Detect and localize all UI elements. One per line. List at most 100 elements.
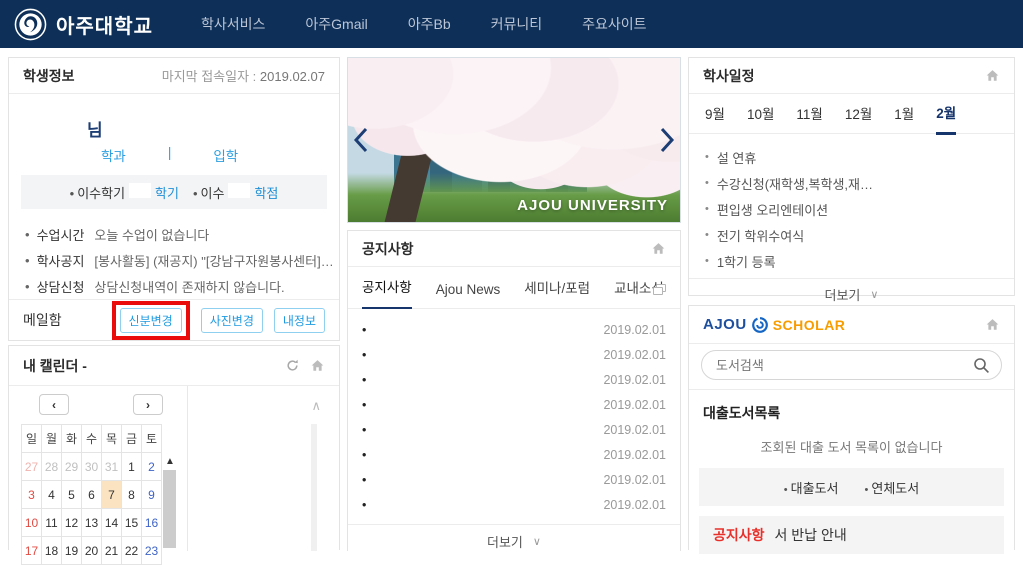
home-icon[interactable] [651,241,666,256]
book-search-input[interactable] [716,358,967,373]
calendar-day-cell[interactable]: 28 [42,453,62,481]
calendar-day-cell[interactable]: 18 [42,537,62,565]
mailbox-link[interactable]: 메일함 [23,310,62,330]
calendar-day-cell[interactable]: 17 [22,537,42,565]
calendar-day-cell[interactable]: 6 [82,481,102,509]
notice-list-item[interactable]: •2019.02.01 [362,492,666,517]
notice-list-item[interactable]: •2019.02.01 [362,417,666,442]
calendar-day-cell[interactable]: 21 [102,537,122,565]
calendar-day-cell[interactable]: 29 [62,453,82,481]
search-icon[interactable] [973,357,990,374]
month-tab[interactable]: 2월 [936,102,956,135]
notice-list-item[interactable]: •2019.02.01 [362,392,666,417]
calendar-day-cell[interactable]: 27 [22,453,42,481]
status-value[interactable]: 상담신청내역이 존재하지 않습니다. [94,277,284,296]
scholar-notice-text[interactable]: 서 반납 안내 [775,525,847,545]
calendar-day-cell[interactable]: 30 [82,453,102,481]
student-department-line: 학과 | 입학 [101,145,339,165]
calendar-week-row: 17181920212223 [22,537,162,565]
bullet-icon: • [362,473,366,487]
open-new-window-icon[interactable] [653,284,666,295]
notice-list-item[interactable]: •2019.02.01 [362,317,666,342]
notice-list-item[interactable]: •2019.02.01 [362,467,666,492]
notice-date: 2019.02.01 [603,373,666,387]
month-tab[interactable]: 9월 [705,103,725,133]
home-icon[interactable] [985,68,1000,83]
profile-buttons: 신분변경 사진변경 내정보 [112,301,325,340]
notice-list-item[interactable]: •2019.02.01 [362,367,666,392]
calendar-day-cell[interactable]: 23 [142,537,162,565]
calendar-day-cell[interactable]: 7 [102,481,122,509]
calendar-next-button[interactable]: › [133,394,163,415]
status-value[interactable]: [봉사활동] (재공지) "[강남구자원봉사센터]… [94,251,333,270]
bullet-icon: • [705,151,709,163]
schedule-list-item[interactable]: •1학기 등록 [705,248,998,274]
calendar-day-cell[interactable]: 10 [22,509,42,537]
calendar-day-cell[interactable]: 20 [82,537,102,565]
scrollbar-thumb[interactable] [163,470,176,548]
credit-unit-link[interactable]: 학점 [254,186,278,201]
scroll-up-arrow-icon[interactable]: ▲ [163,456,177,467]
home-icon[interactable] [310,358,325,373]
notice-list-item[interactable]: •2019.02.01 [362,342,666,367]
nav-item[interactable]: 커뮤니티 [491,14,543,34]
loan-link[interactable]: •대출도서 [784,478,839,497]
calendar-day-cell[interactable]: 14 [102,509,122,537]
notice-more-button[interactable]: 더보기 ∨ [348,524,680,558]
nav-item[interactable]: 학사서비스 [201,14,265,34]
calendar-day-cell[interactable]: 2 [142,453,162,481]
department-link[interactable]: 학과 [101,145,126,165]
calendar-day-cell[interactable]: 31 [102,453,122,481]
schedule-list-item[interactable]: •설 연휴 [705,144,998,170]
carousel-next-icon[interactable] [659,127,675,153]
top-navigation-bar: 아주대학교 학사서비스 아주Gmail 아주Bb 커뮤니티 주요사이트 [0,0,1023,48]
carousel-prev-icon[interactable] [353,127,369,153]
notice-tab[interactable]: 공지사항 [362,276,412,309]
refresh-icon[interactable] [285,358,300,373]
calendar-day-cell[interactable]: 12 [62,509,82,537]
calendar-day-cell[interactable]: 13 [82,509,102,537]
calendar-day-cell[interactable]: 1 [122,453,142,481]
student-status-row: •상담신청상담신청내역이 존재하지 않습니다. [25,273,339,299]
month-tab[interactable]: 10월 [747,103,774,133]
notice-panel-title: 공지사항 [362,239,414,259]
calendar-day-cell[interactable]: 5 [62,481,82,509]
calendar-day-cell[interactable]: 11 [42,509,62,537]
calendar-day-cell[interactable]: 15 [122,509,142,537]
ajou-scholar-logo[interactable]: AJOU SCHOLAR [703,316,845,334]
schedule-list-item[interactable]: •수강신청(재학생,복학생,재… [705,170,998,196]
calendar-day-cell[interactable]: 16 [142,509,162,537]
status-value[interactable]: 오늘 수업이 없습니다 [94,225,209,244]
credits-completed: •이수학점 [193,183,278,202]
admission-link[interactable]: 입학 [213,145,238,165]
month-tab[interactable]: 1월 [894,103,914,133]
calendar-day-cell[interactable]: 3 [22,481,42,509]
notice-list-item[interactable]: •2019.02.01 [362,442,666,467]
notice-tab[interactable]: Ajou News [436,282,501,308]
calendar-day-cell[interactable]: 8 [122,481,142,509]
schedule-list-item[interactable]: •전기 학위수여식 [705,222,998,248]
calendar-prev-button[interactable]: ‹ [39,394,69,415]
home-icon[interactable] [985,317,1000,332]
university-logo[interactable]: 아주대학교 [14,8,153,41]
month-tab[interactable]: 11월 [796,103,822,133]
nav-item[interactable]: 아주Gmail [305,14,367,34]
schedule-list-item[interactable]: •편입생 오리엔테이션 [705,196,998,222]
event-list-scrollbar-track[interactable] [311,424,317,551]
profile-button-identity-change[interactable]: 신분변경 [120,308,182,333]
calendar-day-cell[interactable]: 19 [62,537,82,565]
loan-link[interactable]: •연체도서 [865,478,920,497]
notice-tab[interactable]: 세미나/포럼 [524,277,590,308]
semester-unit-link[interactable]: 학기 [155,186,179,201]
profile-button-my-info[interactable]: 내정보 [274,308,325,333]
profile-button-photo-change[interactable]: 사진변경 [201,308,263,333]
last-access-label: 마지막 접속일자 : [162,69,257,84]
month-tab[interactable]: 12월 [845,103,872,133]
credit-summary-bar: •이수학기학기 •이수학점 [21,175,327,209]
calendar-day-cell[interactable]: 4 [42,481,62,509]
calendar-day-cell[interactable]: 9 [142,481,162,509]
collapse-up-icon[interactable]: ∧ [311,398,321,414]
nav-item[interactable]: 주요사이트 [582,14,646,34]
nav-item[interactable]: 아주Bb [408,14,451,34]
calendar-day-cell[interactable]: 22 [122,537,142,565]
